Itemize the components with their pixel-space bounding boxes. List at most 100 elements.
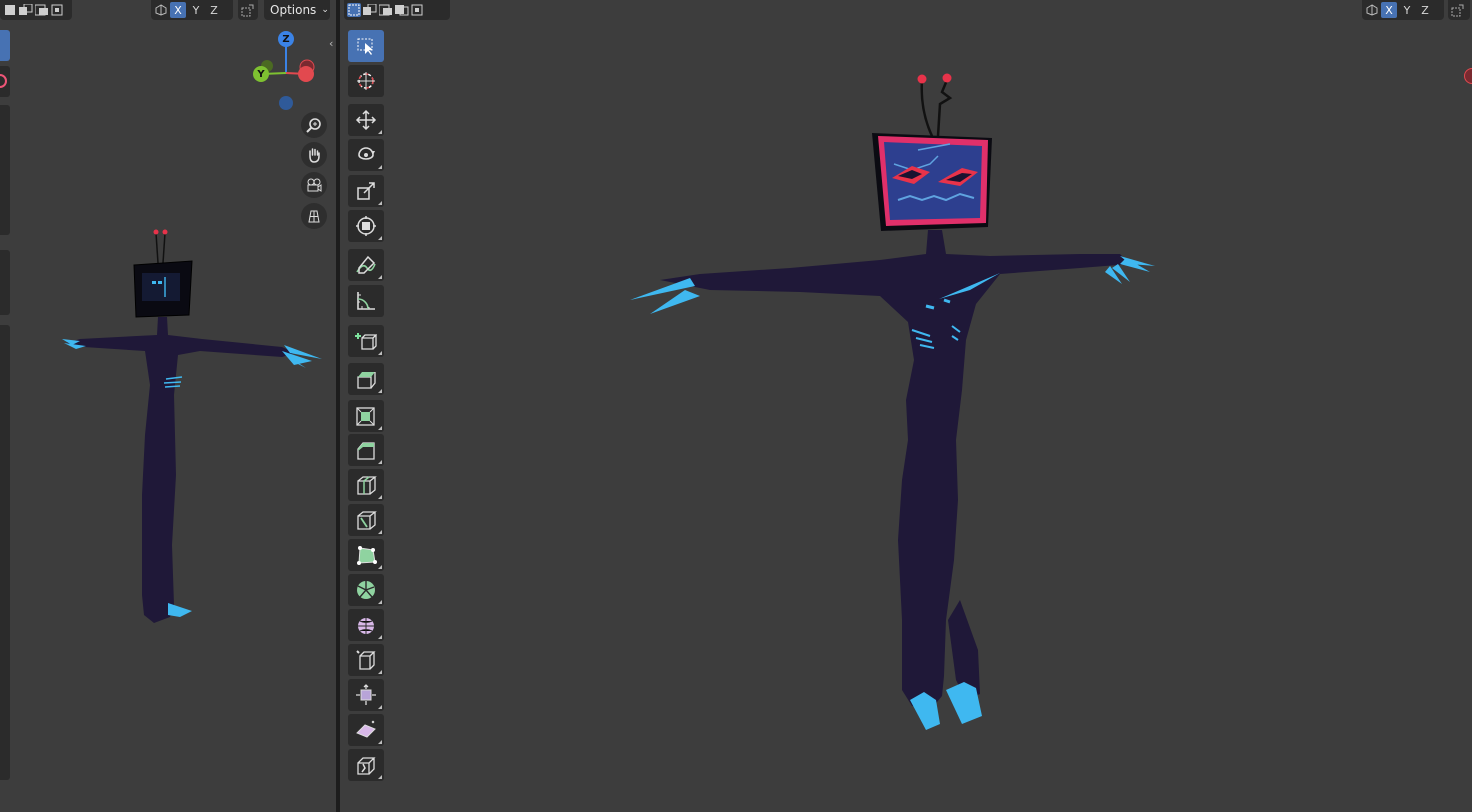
bevel-icon — [355, 439, 377, 461]
left-viewport[interactable]: X Y Z Options ⌄ ‹ Z Y — [0, 0, 336, 812]
left-tool-select[interactable] — [0, 30, 10, 61]
tool-options-corner-icon — [378, 600, 382, 604]
edge-slide-icon — [355, 649, 377, 671]
right-mirror-y-button[interactable]: Y — [1399, 2, 1415, 18]
select-difference-icon[interactable] — [395, 3, 409, 17]
tool-scale[interactable] — [348, 175, 384, 207]
tool-measure[interactable] — [348, 285, 384, 317]
tool-add-cube[interactable] — [348, 325, 384, 357]
tool-options-corner-icon — [378, 236, 382, 240]
collapse-sidebar-icon[interactable]: ‹ — [329, 37, 333, 50]
select-extend-icon[interactable] — [363, 3, 377, 17]
zoom-icon[interactable] — [301, 112, 327, 138]
tool-move[interactable] — [348, 104, 384, 136]
tool-options-corner-icon — [378, 275, 382, 279]
auto-merge-icon[interactable] — [241, 3, 255, 17]
tool-shear[interactable] — [348, 714, 384, 746]
left-options-dropdown[interactable]: Options ⌄ — [264, 0, 330, 20]
right-auto-merge-chip[interactable] — [1448, 0, 1470, 20]
left-mirror-z-button[interactable]: Z — [206, 2, 222, 18]
tool-shrink-fatten[interactable] — [348, 679, 384, 711]
knife-icon — [355, 509, 377, 531]
gizmo-x-axis[interactable] — [298, 66, 314, 82]
left-auto-merge-chip[interactable] — [238, 0, 258, 20]
tool-annotate[interactable] — [348, 249, 384, 281]
rotate-icon — [355, 144, 377, 166]
tool-options-corner-icon — [378, 130, 382, 134]
select-intersect-icon[interactable] — [411, 3, 425, 17]
mirror-butterfly-icon — [1365, 3, 1379, 17]
tool-knife[interactable] — [348, 504, 384, 536]
left-tool-cursor[interactable] — [0, 66, 10, 97]
loop-cut-icon — [355, 474, 377, 496]
pan-hand-icon[interactable] — [301, 142, 327, 168]
tool-smooth[interactable] — [348, 609, 384, 641]
tool-options-corner-icon — [378, 351, 382, 355]
tool-transform[interactable] — [348, 210, 384, 242]
tool-options-corner-icon — [378, 530, 382, 534]
right-viewport[interactable]: X Y Z — [340, 0, 1472, 812]
character-model-small[interactable] — [50, 225, 330, 635]
left-mirror-y-button[interactable]: Y — [188, 2, 204, 18]
select-new-icon[interactable] — [347, 3, 361, 17]
left-tool-annotate-group[interactable] — [0, 250, 10, 315]
left-tool-transform-group[interactable] — [0, 105, 10, 235]
poly-build-icon — [355, 544, 377, 566]
right-select-mode-chip[interactable] — [344, 0, 450, 20]
options-label: Options — [270, 3, 317, 17]
select-extend-icon[interactable] — [19, 3, 33, 17]
tool-options-corner-icon — [378, 426, 382, 430]
tool-rip-region[interactable] — [348, 749, 384, 781]
tool-cursor[interactable] — [348, 65, 384, 97]
character-model-large[interactable] — [590, 60, 1190, 750]
tool-options-corner-icon — [378, 670, 382, 674]
tool-edge-slide[interactable] — [348, 644, 384, 676]
inset-icon — [355, 405, 377, 427]
spin-icon — [355, 579, 377, 601]
tool-rotate[interactable] — [348, 139, 384, 171]
gizmo-x-axis-partial[interactable] — [1464, 68, 1472, 84]
rip-region-icon — [355, 754, 377, 776]
select-invert-icon[interactable] — [51, 3, 65, 17]
right-mirror-z-button[interactable]: Z — [1417, 2, 1433, 18]
shrink-fatten-icon — [355, 684, 377, 706]
measure-icon — [355, 290, 377, 312]
transform-icon — [355, 215, 377, 237]
select-subtract-icon[interactable] — [379, 3, 393, 17]
right-mirror-x-button[interactable]: X — [1381, 2, 1397, 18]
tool-loop-cut[interactable] — [348, 469, 384, 501]
shear-icon — [355, 719, 377, 741]
left-tool-mesh-group[interactable] — [0, 325, 10, 780]
smooth-icon — [355, 614, 377, 636]
right-mirror-axis-chip: X Y Z — [1362, 0, 1444, 20]
extrude-icon — [355, 368, 377, 390]
add-cube-icon — [355, 330, 377, 352]
annotate-icon — [355, 254, 377, 276]
tool-options-corner-icon — [378, 495, 382, 499]
tool-inset-faces[interactable] — [348, 400, 384, 432]
move-icon — [355, 109, 377, 131]
tool-poly-build[interactable] — [348, 539, 384, 571]
cursor-icon — [355, 70, 377, 92]
scale-icon — [355, 180, 377, 202]
tool-options-corner-icon — [378, 460, 382, 464]
tool-bevel[interactable] — [348, 434, 384, 466]
select-subtract-icon[interactable] — [35, 3, 49, 17]
tool-select-box[interactable] — [348, 30, 384, 62]
gizmo-z-axis[interactable]: Z — [278, 31, 294, 47]
chevron-down-icon: ⌄ — [321, 5, 329, 15]
left-mirror-axis-chip: X Y Z — [151, 0, 233, 20]
tool-options-corner-icon — [378, 705, 382, 709]
select-box-icon — [356, 36, 376, 56]
gizmo-y-axis[interactable]: Y — [253, 66, 269, 82]
auto-merge-icon[interactable] — [1451, 3, 1465, 17]
tool-options-corner-icon — [378, 201, 382, 205]
camera-view-icon[interactable] — [301, 172, 327, 198]
mirror-butterfly-icon — [154, 3, 168, 17]
select-new-icon[interactable] — [3, 3, 17, 17]
tool-extrude-region[interactable] — [348, 363, 384, 395]
left-mirror-x-button[interactable]: X — [170, 2, 186, 18]
tool-options-corner-icon — [378, 775, 382, 779]
tool-spin[interactable] — [348, 574, 384, 606]
left-select-mode-chip[interactable] — [0, 0, 72, 20]
